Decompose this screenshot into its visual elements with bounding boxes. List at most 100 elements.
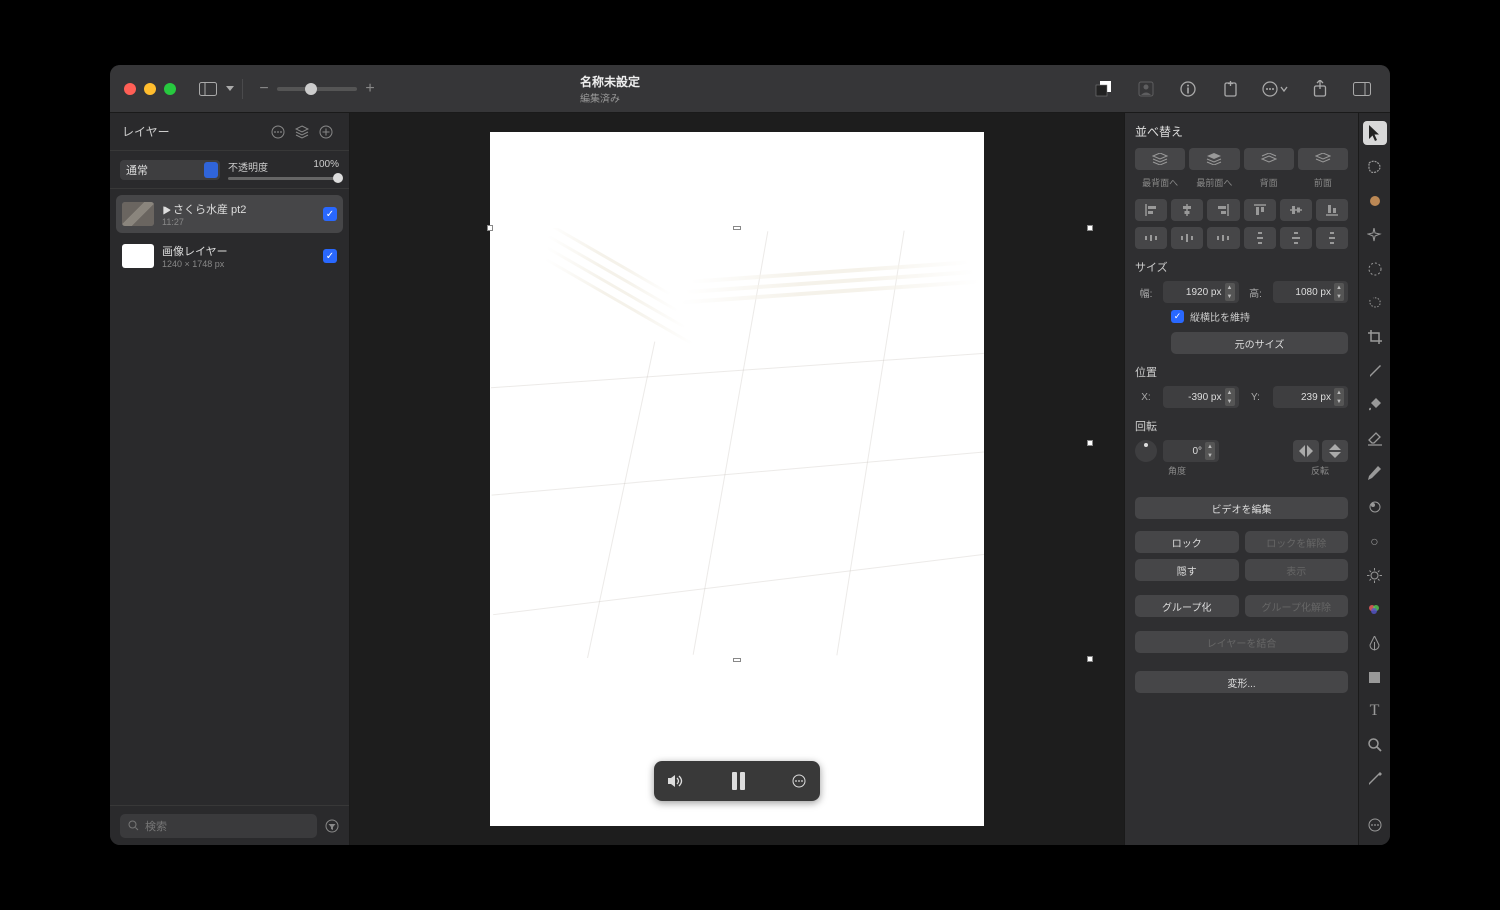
transform-button[interactable]: 変形...	[1135, 671, 1348, 693]
effects-tool[interactable]	[1363, 597, 1387, 621]
flip-horizontal-button[interactable]	[1293, 440, 1319, 462]
hide-button[interactable]: 隠す	[1135, 559, 1239, 581]
send-to-back-button[interactable]	[1135, 148, 1185, 170]
height-input[interactable]: 1080 px▲▼	[1273, 281, 1349, 303]
angle-label: 角度	[1135, 464, 1219, 477]
layer-item-video[interactable]: さくら水産 pt2 11:27 ✓	[116, 195, 343, 233]
zoom-out-button[interactable]: −	[257, 77, 271, 101]
crop-tool[interactable]	[1363, 325, 1387, 349]
toolbar-more-icon[interactable]	[1363, 813, 1387, 837]
distribute-center-v-button[interactable]	[1280, 227, 1312, 249]
lock-button[interactable]: ロック	[1135, 531, 1239, 553]
sidebar-toggle-button[interactable]	[194, 77, 222, 101]
layer-search-input[interactable]: 検索	[120, 814, 317, 838]
unlock-button[interactable]: ロックを解除	[1245, 531, 1349, 553]
filter-icon[interactable]	[325, 819, 339, 833]
zoom-tool[interactable]	[1363, 733, 1387, 757]
y-input[interactable]: 239 px▲▼	[1273, 386, 1349, 408]
selection-handle-bottom[interactable]	[733, 658, 741, 662]
layer-visibility-checkbox[interactable]: ✓	[323, 207, 337, 221]
smudge-tool[interactable]	[1363, 495, 1387, 519]
minimize-window-button[interactable]	[144, 83, 156, 95]
arrow-tool[interactable]	[1363, 121, 1387, 145]
layer-item-image[interactable]: 画像レイヤー 1240 × 1748 px ✓	[116, 237, 343, 275]
layers-stack-icon[interactable]	[295, 125, 313, 139]
ungroup-button[interactable]: グループ化解除	[1245, 595, 1349, 617]
tool-strip: ○ T	[1358, 113, 1390, 845]
more-menu-button[interactable]	[1258, 77, 1292, 101]
layers-options-icon[interactable]	[271, 125, 289, 139]
send-backward-button[interactable]	[1244, 148, 1294, 170]
show-button[interactable]: 表示	[1245, 559, 1349, 581]
freeform-select-tool[interactable]	[1363, 155, 1387, 179]
selection-handle-br[interactable]	[1087, 656, 1093, 662]
info-button[interactable]	[1174, 77, 1202, 101]
selection-handle-r[interactable]	[1087, 440, 1093, 446]
align-center-v-button[interactable]	[1280, 199, 1312, 221]
opacity-label: 不透明度	[228, 159, 268, 174]
add-layer-icon[interactable]	[319, 125, 337, 139]
selection-handle-tr[interactable]	[1087, 225, 1093, 231]
distribute-right-button[interactable]	[1207, 227, 1239, 249]
close-window-button[interactable]	[124, 83, 136, 95]
adjust-tool[interactable]	[1363, 563, 1387, 587]
x-input[interactable]: -390 px▲▼	[1163, 386, 1239, 408]
opacity-slider[interactable]	[228, 177, 339, 180]
bring-forward-button[interactable]	[1298, 148, 1348, 170]
canvas[interactable]	[350, 113, 1124, 845]
color-select-tool[interactable]	[1363, 189, 1387, 213]
group-button[interactable]: グループ化	[1135, 595, 1239, 617]
width-input[interactable]: 1920 px▲▼	[1163, 281, 1239, 303]
magic-wand-tool[interactable]	[1363, 223, 1387, 247]
person-button[interactable]	[1132, 77, 1160, 101]
arrange-title: 並べ替え	[1135, 123, 1348, 140]
pen-tool[interactable]	[1363, 631, 1387, 655]
zoom-slider[interactable]	[277, 87, 357, 91]
shape-tool[interactable]	[1363, 665, 1387, 689]
text-tool[interactable]: T	[1363, 699, 1387, 723]
paint-tool[interactable]	[1363, 359, 1387, 383]
zoom-in-button[interactable]: +	[363, 77, 377, 101]
video-layer-content[interactable]	[490, 228, 984, 658]
new-doc-button[interactable]	[1216, 77, 1244, 101]
pencil-tool[interactable]	[1363, 461, 1387, 485]
align-center-h-button[interactable]	[1171, 199, 1203, 221]
lasso-tool[interactable]	[1363, 291, 1387, 315]
flip-vertical-button[interactable]	[1322, 440, 1348, 462]
align-top-button[interactable]	[1244, 199, 1276, 221]
erase-tool[interactable]	[1363, 427, 1387, 451]
marquee-tool[interactable]	[1363, 257, 1387, 281]
layer-visibility-checkbox[interactable]: ✓	[323, 249, 337, 263]
fill-tool[interactable]	[1363, 393, 1387, 417]
colors-button[interactable]	[1090, 77, 1118, 101]
align-left-button[interactable]	[1135, 199, 1167, 221]
sidebar-dropdown-button[interactable]	[222, 77, 238, 101]
angle-input[interactable]: 0°▲▼	[1163, 440, 1219, 462]
merge-layers-button[interactable]: レイヤーを結合	[1135, 631, 1348, 653]
pause-button[interactable]	[732, 772, 745, 790]
x-label: X:	[1135, 392, 1157, 403]
blend-mode-select[interactable]: 通常	[120, 160, 220, 180]
align-bottom-button[interactable]	[1316, 199, 1348, 221]
share-button[interactable]	[1306, 77, 1334, 101]
rotation-dial[interactable]	[1135, 440, 1157, 462]
clone-tool[interactable]: ○	[1363, 529, 1387, 553]
align-right-button[interactable]	[1207, 199, 1239, 221]
edit-video-button[interactable]: ビデオを編集	[1135, 497, 1348, 519]
original-size-button[interactable]: 元のサイズ	[1171, 332, 1348, 354]
distribute-top-button[interactable]	[1244, 227, 1276, 249]
playbar-more-button[interactable]	[792, 774, 806, 788]
volume-button[interactable]	[668, 774, 684, 788]
aspect-ratio-checkbox[interactable]: ✓	[1171, 310, 1184, 323]
label: 背面	[1244, 176, 1294, 189]
distribute-center-h-button[interactable]	[1171, 227, 1203, 249]
bring-to-front-button[interactable]	[1189, 148, 1239, 170]
distribute-left-button[interactable]	[1135, 227, 1167, 249]
selection-handle-top[interactable]	[733, 226, 741, 230]
title-subtitle: 編集済み	[580, 90, 640, 105]
fullscreen-window-button[interactable]	[164, 83, 176, 95]
inspector-toggle-button[interactable]	[1348, 77, 1376, 101]
eyedropper-tool[interactable]	[1363, 767, 1387, 791]
distribute-bottom-button[interactable]	[1316, 227, 1348, 249]
selection-handle[interactable]	[487, 225, 493, 231]
